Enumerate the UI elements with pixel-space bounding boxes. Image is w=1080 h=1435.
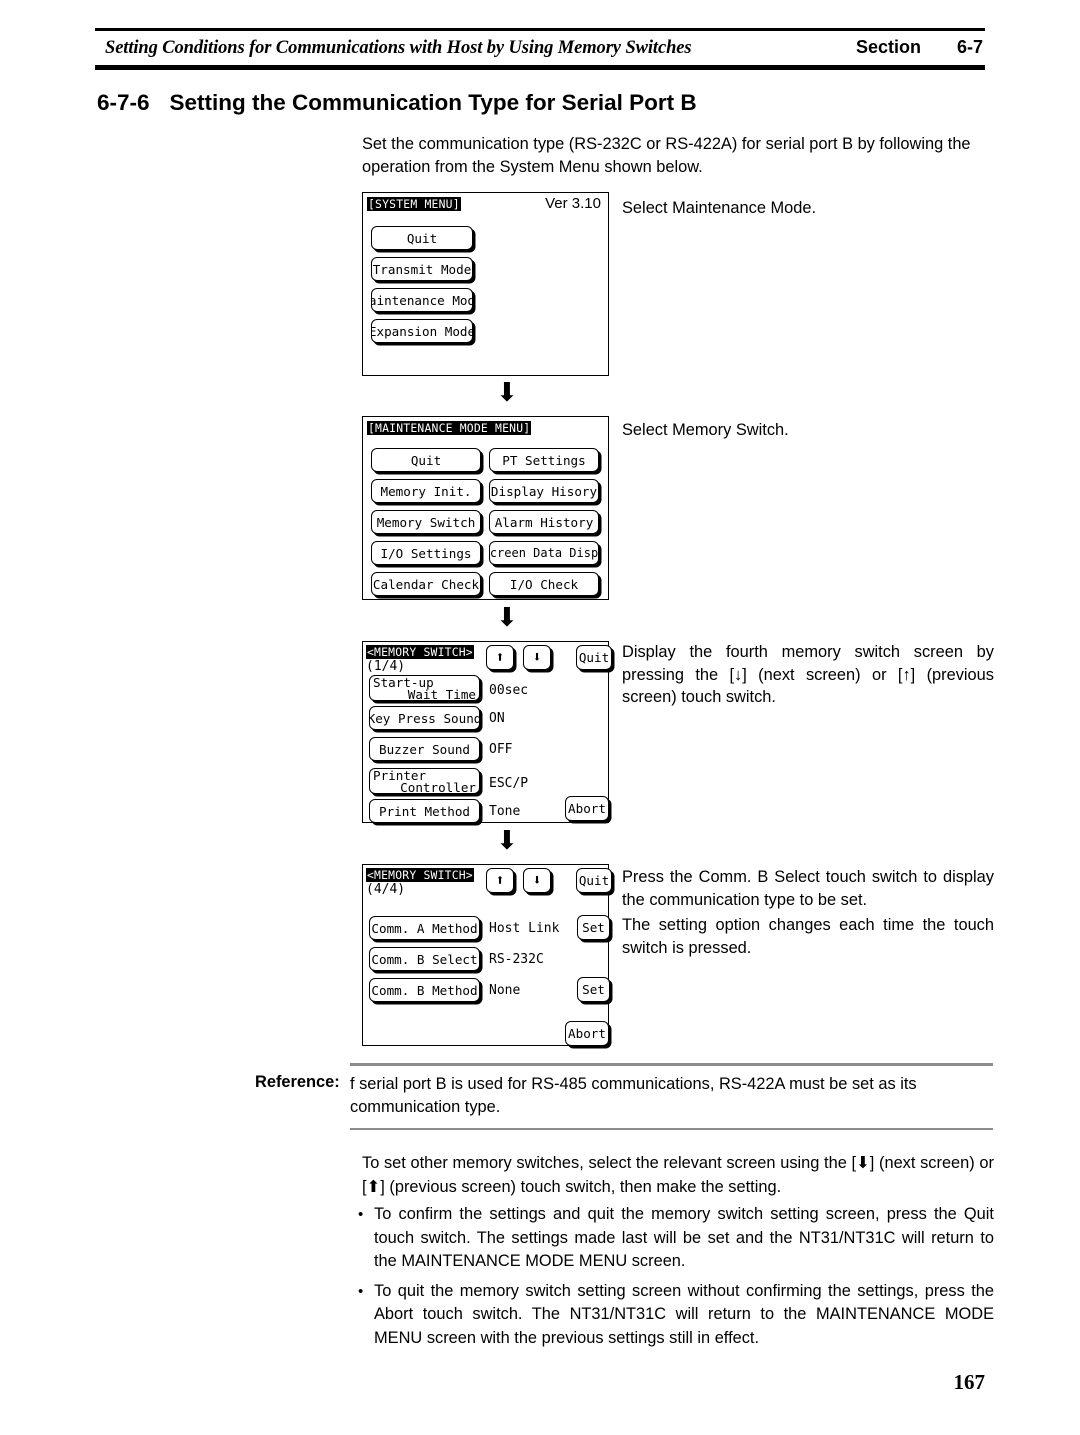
memory-switch-1-title: <MEMORY SWITCH> xyxy=(366,645,474,659)
memory-switch-4-row-2-set-button[interactable]: Set xyxy=(577,977,610,1002)
maintenance-menu-button-quit[interactable]: Quit xyxy=(371,448,481,472)
system-menu-title: [SYSTEM MENU] xyxy=(367,197,461,211)
reference-block: Reference: f serial port B is used for R… xyxy=(255,1063,993,1130)
memory-switch-1-row-0-button[interactable]: Start-up Wait Time xyxy=(369,675,480,701)
reference-rule-bottom xyxy=(350,1127,993,1130)
maintenance-menu-button-screen-data-disp[interactable]: Screen Data Disp. xyxy=(489,541,599,565)
header-section-number: 6-7 xyxy=(956,37,983,57)
memory-switch-4-page: (4/4) xyxy=(366,882,406,897)
memory-switch-1-row-1-value: ON xyxy=(489,711,505,726)
maintenance-menu-button-display-history[interactable]: Display Hisory xyxy=(489,479,599,503)
note-4b-text: The setting option changes each time the… xyxy=(622,916,994,957)
reference-label: Reference: xyxy=(255,1072,340,1091)
section-number: 6-7-6 xyxy=(97,90,150,115)
flow-arrow-1: ⬇ xyxy=(496,378,518,408)
down-arrow-glyph: ⬇ xyxy=(532,648,542,666)
up-arrow-icon[interactable]: ⬆ xyxy=(486,645,514,670)
maintenance-menu-button-alarm-history[interactable]: Alarm History xyxy=(489,510,599,534)
maintenance-menu-button-memory-switch[interactable]: Memory Switch xyxy=(371,510,481,534)
note-display-fourth-screen: Display the fourth memory switch screen … xyxy=(622,641,994,709)
header-title: Setting Conditions for Communications wi… xyxy=(105,38,692,58)
maintenance-menu-title: [MAINTENANCE MODE MENU] xyxy=(367,421,532,435)
maintenance-menu-button-io-check[interactable]: I/O Check xyxy=(489,572,599,596)
system-menu-button-quit[interactable]: Quit xyxy=(371,226,473,250)
memory-switch-4-row-2-value: None xyxy=(489,983,521,998)
memory-switch-4-row-0-value: Host Link xyxy=(489,921,560,936)
flow-arrow-2: ⬇ xyxy=(496,603,518,633)
memory-switch-1-row-2-button[interactable]: Buzzer Sound xyxy=(369,737,480,761)
up-arrow-glyph: ⬆ xyxy=(495,871,505,889)
memory-switch-4-row-0-button[interactable]: Comm. A Method xyxy=(369,916,480,940)
maintenance-menu-button-calendar-check[interactable]: Calendar Check xyxy=(371,572,481,596)
memory-switch-1-page: (1/4) xyxy=(366,659,406,674)
memory-switch-4-row-2-button[interactable]: Comm. B Method xyxy=(369,978,480,1002)
memory-switch-1-row-1-button[interactable]: Key Press Sound xyxy=(369,706,480,730)
system-menu-button-transmit-mode[interactable]: Transmit Mode xyxy=(371,257,473,281)
maintenance-menu-button-memory-init[interactable]: Memory Init. xyxy=(371,479,481,503)
page-number: 167 xyxy=(953,1370,986,1394)
memory-switch-4-title: <MEMORY SWITCH> xyxy=(366,868,474,882)
section-title: Setting the Communication Type for Seria… xyxy=(169,90,697,115)
row-0-label-line2: Wait Time xyxy=(407,686,476,701)
system-menu-button-maintenance-mode[interactable]: Maintenance Mode xyxy=(371,288,473,312)
memory-switch-1-row-4-button[interactable]: Print Method xyxy=(369,799,480,823)
memory-switch-4-row-1-value: RS-232C xyxy=(489,952,544,967)
note-4a-text: Press the Comm. B Select touch switch to… xyxy=(622,868,994,909)
note-3-text: Display the fourth memory switch screen … xyxy=(622,643,994,707)
memory-switch-1-row-4-value: Tone xyxy=(489,804,521,819)
up-arrow-icon[interactable]: ⬆ xyxy=(486,868,514,893)
page-title: 6-7-6 Setting the Communication Type for… xyxy=(97,90,697,116)
flow-arrow-3: ⬇ xyxy=(496,826,518,856)
memory-switch-4-abort-button[interactable]: Abort xyxy=(565,1021,609,1046)
maintenance-menu-button-io-settings[interactable]: I/O Settings xyxy=(371,541,481,565)
note-comm-b-select: Press the Comm. B Select touch switch to… xyxy=(622,866,994,959)
list-item: • To quit the memory switch setting scre… xyxy=(358,1280,994,1351)
list-item: • To confirm the settings and quit the m… xyxy=(358,1203,994,1274)
down-arrow-glyph: ⬇ xyxy=(532,871,542,889)
down-arrow-icon[interactable]: ⬇ xyxy=(523,868,551,893)
bullet-marker: • xyxy=(358,1282,364,1300)
memory-switch-1-row-3-button[interactable]: Printer Controller xyxy=(369,768,480,794)
up-arrow-glyph: ⬆ xyxy=(495,648,505,666)
system-menu-version: Ver 3.10 xyxy=(545,195,601,212)
bullet-marker: • xyxy=(358,1206,364,1223)
note-select-memory-switch: Select Memory Switch. xyxy=(622,419,994,442)
memory-switch-1-row-2-value: OFF xyxy=(489,742,513,757)
bullet-text: To confirm the settings and quit the mem… xyxy=(374,1205,994,1270)
bullet-text: To quit the memory switch setting screen… xyxy=(374,1281,994,1347)
memory-switch-4-row-0-set-button[interactable]: Set xyxy=(577,915,610,940)
header-section-label: Section xyxy=(855,37,921,57)
reference-text: f serial port B is used for RS-485 commu… xyxy=(350,1074,917,1116)
note-select-maintenance-mode: Select Maintenance Mode. xyxy=(622,197,994,220)
memory-switch-1-quit-button[interactable]: Quit xyxy=(576,645,612,670)
memory-switch-4-quit-button[interactable]: Quit xyxy=(576,868,612,893)
memory-switch-1-abort-button[interactable]: Abort xyxy=(565,796,609,821)
system-menu-screen: [SYSTEM MENU] Ver 3.10 Quit Transmit Mod… xyxy=(362,192,609,376)
bullet-list: • To confirm the settings and quit the m… xyxy=(358,1203,994,1350)
down-arrow-icon[interactable]: ⬇ xyxy=(523,645,551,670)
maintenance-menu-button-pt-settings[interactable]: PT Settings xyxy=(489,448,599,472)
memory-switch-1-row-3-value: ESC/P xyxy=(489,776,529,791)
page-header: Setting Conditions for Communications wi… xyxy=(95,28,985,70)
memory-switch-1-row-0-value: 00sec xyxy=(489,683,529,698)
maintenance-menu-screen: [MAINTENANCE MODE MENU] Quit Memory Init… xyxy=(362,416,609,600)
note-2-text: Select Memory Switch. xyxy=(622,421,789,439)
row-3-label-line2: Controller xyxy=(400,779,476,794)
memory-switch-4-screen: <MEMORY SWITCH> (4/4) ⬆ ⬇ Quit Comm. A M… xyxy=(362,864,612,1046)
header-rule-bottom xyxy=(95,65,985,70)
closing-paragraph: To set other memory switches, select the… xyxy=(362,1154,994,1196)
note-1-text: Select Maintenance Mode. xyxy=(622,199,817,217)
intro-paragraph: Set the communication type (RS-232C or R… xyxy=(362,135,971,176)
system-menu-button-expansion-mode[interactable]: Expansion Mode xyxy=(371,319,473,343)
memory-switch-4-row-1-button[interactable]: Comm. B Select xyxy=(369,947,480,971)
